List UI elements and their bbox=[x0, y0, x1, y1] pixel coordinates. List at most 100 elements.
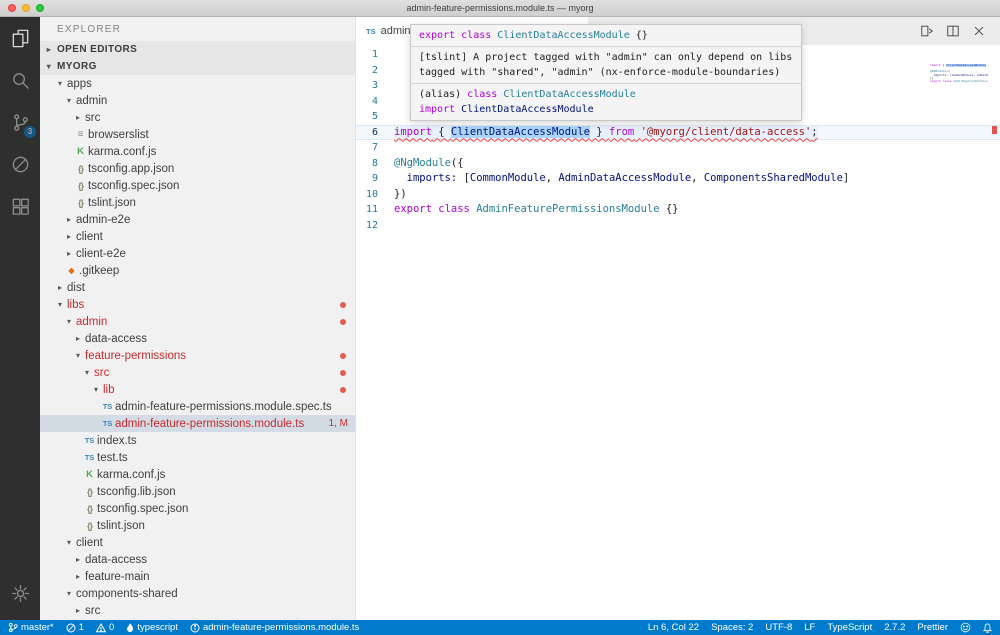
tree-item-label: feature-permissions bbox=[85, 350, 186, 362]
tree-item-apps[interactable]: ▾apps bbox=[40, 75, 355, 92]
tree-item-index.ts[interactable]: TSindex.ts bbox=[40, 432, 355, 449]
tree-item-label: karma.conf.js bbox=[97, 469, 165, 481]
tree-item-admin[interactable]: ▾admin bbox=[40, 313, 355, 330]
ts-file-icon: TS bbox=[100, 419, 115, 428]
hover-line: export class ClientDataAccessModule {} bbox=[419, 28, 793, 43]
split-editor-icon[interactable] bbox=[946, 24, 960, 38]
code-line-7[interactable]: 7 bbox=[356, 140, 1000, 156]
tree-item-admin[interactable]: ▾admin bbox=[40, 92, 355, 109]
tree-item-label: client-e2e bbox=[76, 248, 126, 260]
status-active-file-info[interactable]: admin-feature-permissions.module.ts bbox=[190, 622, 359, 633]
status-notifications[interactable] bbox=[983, 623, 992, 633]
error-icon bbox=[66, 623, 76, 633]
tree-item-client[interactable]: ▾client bbox=[40, 534, 355, 551]
section-label: MYORG bbox=[57, 61, 97, 72]
modified-dot-indicator bbox=[340, 319, 347, 326]
tree-item-tsconfig.lib.json[interactable]: {}tsconfig.lib.json bbox=[40, 483, 355, 500]
close-icon[interactable] bbox=[972, 24, 986, 38]
tree-item-components-shared[interactable]: ▾components-shared bbox=[40, 585, 355, 602]
tree-item-karma.conf.js[interactable]: Kkarma.conf.js bbox=[40, 143, 355, 160]
code-line-9[interactable]: 9 imports: [CommonModule, AdminDataAcces… bbox=[356, 171, 1000, 187]
modified-dot-indicator bbox=[340, 302, 347, 309]
status-label: 0 bbox=[109, 622, 114, 633]
extensions-icon[interactable] bbox=[0, 185, 40, 227]
sidebar-explorer: EXPLORER ▸ OPEN EDITORS ▾ MYORG ▾apps▾ad… bbox=[40, 17, 355, 620]
tree-item-tsconfig.spec.json[interactable]: {}tsconfig.spec.json bbox=[40, 177, 355, 194]
section-open-editors[interactable]: ▸ OPEN EDITORS bbox=[40, 41, 355, 58]
status-label: admin-feature-permissions.module.ts bbox=[203, 622, 359, 633]
tree-item-karma.conf.js[interactable]: Kkarma.conf.js bbox=[40, 466, 355, 483]
modified-dot-indicator bbox=[340, 387, 347, 394]
code-line-8[interactable]: 8@NgModule({ bbox=[356, 156, 1000, 172]
tree-item-browserslist[interactable]: ≡browserslist bbox=[40, 126, 355, 143]
open-changes-icon[interactable] bbox=[920, 24, 934, 38]
line-number: 1 bbox=[356, 47, 394, 63]
tree-item-label: tslint.json bbox=[97, 520, 145, 532]
status-label: 1 bbox=[79, 622, 84, 633]
status-prettier[interactable]: Prettier bbox=[917, 622, 948, 633]
code-line-6[interactable]: 6import { ClientDataAccessModule } from … bbox=[356, 125, 1000, 141]
code-line-12[interactable]: 12 bbox=[356, 218, 1000, 234]
close-window-button[interactable] bbox=[8, 4, 16, 12]
debug-icon[interactable] bbox=[0, 143, 40, 185]
minimize-window-button[interactable] bbox=[22, 4, 30, 12]
tree-item-tsconfig.app.json[interactable]: {}tsconfig.app.json bbox=[40, 160, 355, 177]
tree-item-tslint.json[interactable]: {}tslint.json bbox=[40, 517, 355, 534]
status-language-mode[interactable]: TypeScript bbox=[827, 622, 872, 633]
tree-item-label: apps bbox=[67, 78, 92, 90]
hover-line: [tslint] A project tagged with "admin" c… bbox=[419, 50, 793, 65]
section-workspace-myorg[interactable]: ▾ MYORG bbox=[40, 58, 355, 75]
window-title: admin-feature-permissions.module.ts — my… bbox=[0, 3, 1000, 13]
status-git-branch[interactable]: master* bbox=[8, 622, 54, 633]
tree-item-libs[interactable]: ▾libs bbox=[40, 296, 355, 313]
tree-item-data-access[interactable]: ▸data-access bbox=[40, 330, 355, 347]
code-editor[interactable]: 123456import { ClientDataAccessModule } … bbox=[356, 45, 1000, 620]
code-line-11[interactable]: 11export class AdminFeaturePermissionsMo… bbox=[356, 202, 1000, 218]
status-indentation[interactable]: Spaces: 2 bbox=[711, 622, 753, 633]
tree-item-label: components-shared bbox=[76, 588, 178, 600]
status-feedback[interactable] bbox=[960, 622, 971, 633]
search-icon[interactable] bbox=[0, 59, 40, 101]
workbench: 3 EXPLORER ▸ OPEN EDITORS ▾ MYORG ▾apps▾… bbox=[0, 17, 1000, 620]
status-label: UTF-8 bbox=[765, 622, 792, 633]
tree-item-tslint.json[interactable]: {}tslint.json bbox=[40, 194, 355, 211]
settings-gear-icon[interactable] bbox=[0, 572, 40, 614]
tree-item-admin-feature-permissions.module.ts[interactable]: TSadmin-feature-permissions.module.ts1, … bbox=[40, 415, 355, 432]
explorer-icon[interactable] bbox=[0, 17, 40, 59]
tree-item-client[interactable]: ▸client bbox=[40, 228, 355, 245]
status-bar: master* 1 0 typescript admin-feature-permiss… bbox=[0, 620, 1000, 635]
tree-item-.gitkeep[interactable]: ◆.gitkeep bbox=[40, 262, 355, 279]
tree-item-src[interactable]: ▸src bbox=[40, 602, 355, 619]
tree-item-src[interactable]: ▾src bbox=[40, 364, 355, 381]
status-warnings[interactable]: 0 bbox=[96, 622, 114, 633]
status-eol[interactable]: LF bbox=[804, 622, 815, 633]
chevron-right-icon: ▸ bbox=[55, 283, 65, 292]
code-line-10[interactable]: 10}) bbox=[356, 187, 1000, 203]
minimap[interactable]: import { ClientDataAccessModule } from '… bbox=[930, 48, 988, 86]
tree-item-admin-feature-permissions.module.spec.ts[interactable]: TSadmin-feature-permissions.module.spec.… bbox=[40, 398, 355, 415]
tree-item-admin-e2e[interactable]: ▸admin-e2e bbox=[40, 211, 355, 228]
scm-pending-changes-badge: 3 bbox=[24, 126, 36, 138]
status-typescript-version[interactable]: 2.7.2 bbox=[884, 622, 905, 633]
status-errors[interactable]: 1 bbox=[66, 622, 84, 633]
line-number: 3 bbox=[356, 78, 394, 94]
tree-item-feature-permissions[interactable]: ▾feature-permissions bbox=[40, 347, 355, 364]
tree-item-feature-main[interactable]: ▸feature-main bbox=[40, 568, 355, 585]
tree-item-lib[interactable]: ▾lib bbox=[40, 381, 355, 398]
overview-ruler-error-mark[interactable] bbox=[992, 126, 997, 134]
tree-item-src[interactable]: ▸src bbox=[40, 109, 355, 126]
tree-item-dist[interactable]: ▸dist bbox=[40, 279, 355, 296]
status-tslint-status[interactable]: typescript bbox=[126, 622, 178, 633]
karma-file-icon: K bbox=[82, 469, 97, 480]
status-encoding[interactable]: UTF-8 bbox=[765, 622, 792, 633]
line-number: 6 bbox=[356, 125, 394, 141]
tree-item-data-access[interactable]: ▸data-access bbox=[40, 551, 355, 568]
source-control-icon[interactable]: 3 bbox=[0, 101, 40, 143]
status-cursor-position[interactable]: Ln 6, Col 22 bbox=[648, 622, 699, 633]
tree-item-tsconfig.spec.json[interactable]: {}tsconfig.spec.json bbox=[40, 500, 355, 517]
line-number: 8 bbox=[356, 156, 394, 172]
json-file-icon: {} bbox=[73, 198, 88, 208]
tree-item-client-e2e[interactable]: ▸client-e2e bbox=[40, 245, 355, 262]
tree-item-test.ts[interactable]: TStest.ts bbox=[40, 449, 355, 466]
zoom-window-button[interactable] bbox=[36, 4, 44, 12]
